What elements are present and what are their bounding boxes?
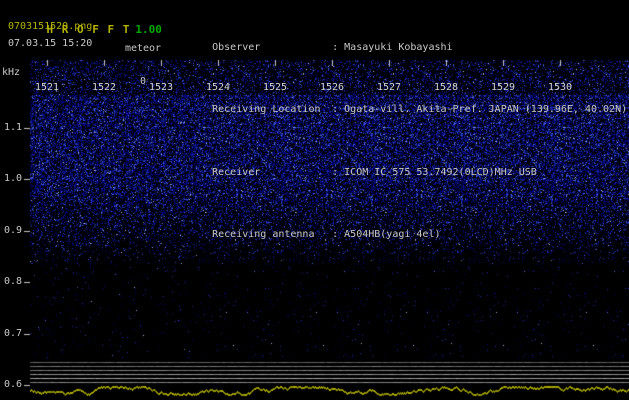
meteor-counter-label: meteor: [124, 43, 162, 54]
time-tick-label: 1523: [148, 82, 174, 93]
info-value: Masayuki Kobayashi: [344, 41, 453, 53]
time-tick-label: 1525: [262, 82, 288, 93]
time-tick-label: 1530: [547, 82, 573, 93]
time-tick-label: 1521: [34, 82, 60, 93]
time-tick-label: 1524: [205, 82, 231, 93]
freq-tick-label: 0.6: [4, 379, 23, 390]
info-separator: :: [332, 104, 339, 115]
hrofft-window: H R O F F T 1.00 0703151520.png 07.03.15 …: [0, 0, 629, 400]
info-row-location: Receiving Location: Ogata-vill. Akita-Pre…: [176, 92, 627, 130]
station-info: Observer: Masayuki Kobayashi Receiving Lo…: [176, 4, 627, 279]
freq-axis-unit: kHz: [2, 67, 21, 78]
time-tick-label: 1522: [91, 82, 117, 93]
info-label: Receiving antenna: [212, 229, 315, 240]
capture-datetime: 07.03.15 15:20: [8, 38, 93, 49]
freq-tick-label: 0.9: [4, 225, 23, 236]
info-separator: :: [332, 166, 339, 178]
freq-tick-label: 1.1: [4, 122, 23, 133]
info-row-antenna: Receiving antenna: A504HB(yagi 4el): [176, 217, 627, 255]
info-label: Observer: [212, 41, 261, 53]
freq-tick-label: 1.0: [4, 173, 23, 184]
freq-tick-label: 0.7: [4, 328, 23, 339]
freq-tick-label: 0.8: [4, 276, 23, 287]
info-row-observer: Observer: Masayuki Kobayashi: [176, 29, 627, 67]
info-value: ICOM IC-575 53.7492(0LCD)MHz USB: [344, 166, 537, 178]
info-label: Receiving Location: [212, 104, 321, 115]
time-tick-label: 1529: [490, 82, 516, 93]
info-value: A504HB(yagi 4el): [344, 229, 441, 240]
meteor-counter: meteor 0: [122, 24, 164, 107]
info-row-receiver: Receiver: ICOM IC-575 53.7492(0LCD)MHz US…: [176, 154, 627, 192]
info-label: Receiver: [212, 166, 261, 178]
info-separator: :: [332, 229, 339, 240]
info-value: Ogata-vill. Akita-Pref. JAPAN (139.96E, …: [344, 104, 628, 115]
time-tick-label: 1527: [376, 82, 402, 93]
capture-filename: 0703151520.png: [8, 21, 93, 32]
info-separator: :: [332, 41, 339, 53]
time-tick-label: 1526: [319, 82, 345, 93]
time-tick-label: 1528: [433, 82, 459, 93]
